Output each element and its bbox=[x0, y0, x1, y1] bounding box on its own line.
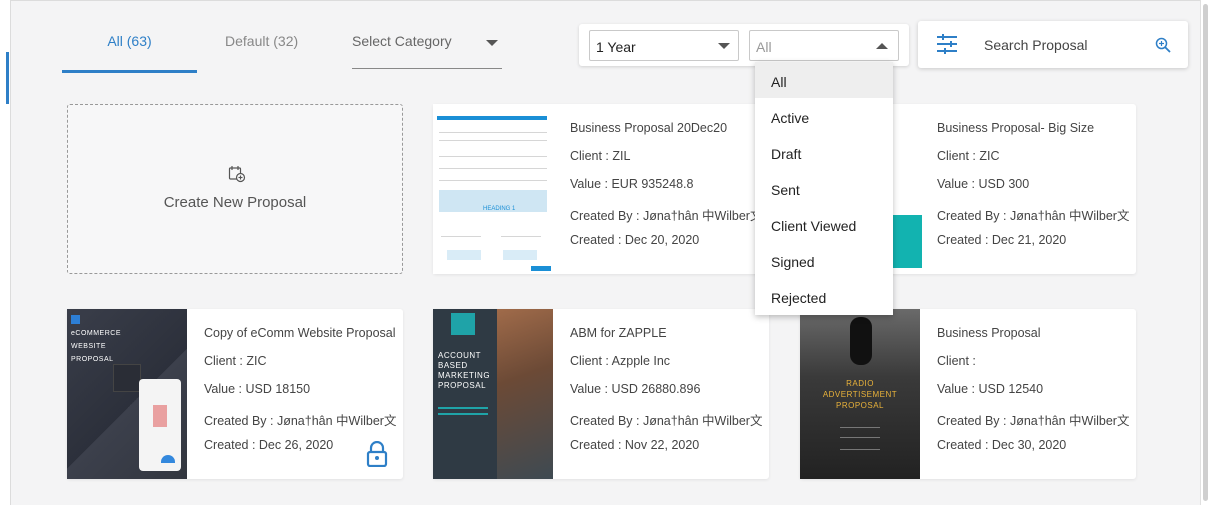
category-select-placeholder: Select Category bbox=[352, 33, 452, 49]
proposal-value: Value : USD 26880.896 bbox=[570, 382, 701, 396]
left-sidebar-rail bbox=[0, 0, 11, 505]
proposal-client: Client : ZIC bbox=[937, 149, 1000, 163]
proposal-created-date: Created : Dec 21, 2020 bbox=[937, 233, 1067, 247]
proposal-thumbnail: HEADING 1 bbox=[433, 104, 553, 274]
proposal-card[interactable]: eCOMMERCE WEBSITE PROPOSAL Copy of eComm… bbox=[67, 309, 403, 479]
proposal-created-by: Created By : Jøna†hân 中Wilber文 bbox=[570, 209, 763, 223]
proposal-card[interactable]: RADIO ADVERTISEMENT PROPOSAL Business Pr… bbox=[800, 309, 1136, 479]
proposal-title: Business Proposal bbox=[937, 326, 1041, 340]
thumbnail-title-line: BASED bbox=[438, 361, 468, 370]
sliders-icon[interactable] bbox=[936, 34, 958, 54]
status-option-sent[interactable]: Sent bbox=[755, 170, 893, 206]
search-icon[interactable] bbox=[1155, 37, 1171, 53]
year-select-value: 1 Year bbox=[596, 39, 636, 55]
proposal-created-by: Created By : Jøna†hân 中Wilber文 bbox=[937, 414, 1130, 428]
thumbnail-heading: HEADING 1 bbox=[483, 206, 516, 212]
thumbnail-title-line: ACCOUNT bbox=[438, 351, 482, 360]
proposal-thumbnail: ACCOUNT BASED MARKETING PROPOSAL bbox=[433, 309, 553, 479]
status-option-active[interactable]: Active bbox=[755, 98, 893, 134]
status-select[interactable]: All bbox=[749, 30, 899, 61]
proposal-title: ABM for ZAPPLE bbox=[570, 326, 667, 340]
status-select-value: All bbox=[756, 39, 772, 55]
top-divider bbox=[11, 0, 1209, 4]
thumbnail-title-line: PROPOSAL bbox=[71, 356, 114, 363]
status-option-draft[interactable]: Draft bbox=[755, 134, 893, 170]
proposal-title: Business Proposal 20Dec20 bbox=[570, 121, 728, 135]
thumbnail-title-line: RADIO bbox=[846, 379, 874, 388]
status-option-all[interactable]: All bbox=[755, 62, 893, 98]
proposal-created-date: Created : Dec 20, 2020 bbox=[570, 233, 700, 247]
lock-icon bbox=[366, 441, 388, 467]
create-new-proposal-card[interactable]: Create New Proposal bbox=[67, 104, 403, 274]
sidebar-active-indicator bbox=[6, 52, 9, 104]
proposal-client: Client : ZIC bbox=[204, 354, 267, 368]
thumbnail-title-line: PROPOSAL bbox=[438, 381, 487, 390]
status-option-client-viewed[interactable]: Client Viewed bbox=[755, 206, 893, 242]
proposal-value: Value : USD 300 bbox=[937, 177, 1030, 191]
proposal-created-by: Created By : Jøna†hân 中Wilber文 bbox=[937, 209, 1130, 223]
proposal-client: Client : Azpple Inc bbox=[570, 354, 671, 368]
chevron-up-icon bbox=[876, 43, 888, 49]
search-bar[interactable]: Search Proposal bbox=[918, 21, 1188, 68]
proposal-value: Value : EUR 935248.8 bbox=[570, 177, 694, 191]
proposal-created-date: Created : Dec 30, 2020 bbox=[937, 438, 1067, 452]
chevron-down-icon bbox=[718, 43, 730, 49]
search-input[interactable]: Search Proposal bbox=[984, 37, 1088, 53]
chevron-down-icon bbox=[486, 40, 498, 46]
calendar-add-icon bbox=[228, 166, 246, 183]
proposal-thumbnail: eCOMMERCE WEBSITE PROPOSAL bbox=[67, 309, 187, 479]
year-select[interactable]: 1 Year bbox=[589, 30, 739, 61]
status-option-signed[interactable]: Signed bbox=[755, 242, 893, 278]
thumbnail-title-line: eCOMMERCE bbox=[71, 330, 122, 337]
create-new-proposal-label: Create New Proposal bbox=[163, 194, 307, 211]
category-select[interactable]: Select Category bbox=[352, 33, 502, 69]
tab-all[interactable]: All (63) bbox=[62, 33, 197, 49]
proposal-created-date: Created : Nov 22, 2020 bbox=[570, 438, 700, 452]
proposal-client: Client : ZIL bbox=[570, 149, 631, 163]
thumbnail-title-line: WEBSITE bbox=[71, 343, 107, 350]
proposal-value: Value : USD 12540 bbox=[937, 382, 1044, 396]
proposal-value: Value : USD 18150 bbox=[204, 382, 311, 396]
scrollbar-thumb[interactable] bbox=[1203, 4, 1208, 501]
proposal-created-by: Created By : Jøna†hân 中Wilber文 bbox=[204, 414, 397, 428]
thumbnail-title-line: ADVERTISEMENT bbox=[822, 390, 898, 399]
vertical-scrollbar[interactable] bbox=[1200, 0, 1209, 505]
proposal-title: Copy of eComm Website Proposal bbox=[204, 326, 396, 340]
proposal-title: Business Proposal- Big Size bbox=[937, 121, 1095, 135]
active-tab-underline bbox=[62, 70, 197, 73]
proposal-card[interactable]: HEADING 1 Business Proposal 20Dec20 Clie… bbox=[433, 104, 769, 274]
proposal-created-by: Created By : Jøna†hân 中Wilber文 bbox=[570, 414, 763, 428]
proposal-thumbnail: RADIO ADVERTISEMENT PROPOSAL bbox=[800, 309, 920, 479]
tab-default[interactable]: Default (32) bbox=[225, 33, 298, 49]
thumbnail-title-line: PROPOSAL bbox=[835, 401, 884, 410]
status-dropdown-menu: All Active Draft Sent Client Viewed Sign… bbox=[755, 62, 893, 315]
thumbnail-title-line: MARKETING bbox=[438, 371, 491, 380]
proposal-client: Client : bbox=[937, 354, 976, 368]
proposal-card[interactable]: ACCOUNT BASED MARKETING PROPOSAL ABM for… bbox=[433, 309, 769, 479]
status-option-rejected[interactable]: Rejected bbox=[755, 278, 893, 314]
